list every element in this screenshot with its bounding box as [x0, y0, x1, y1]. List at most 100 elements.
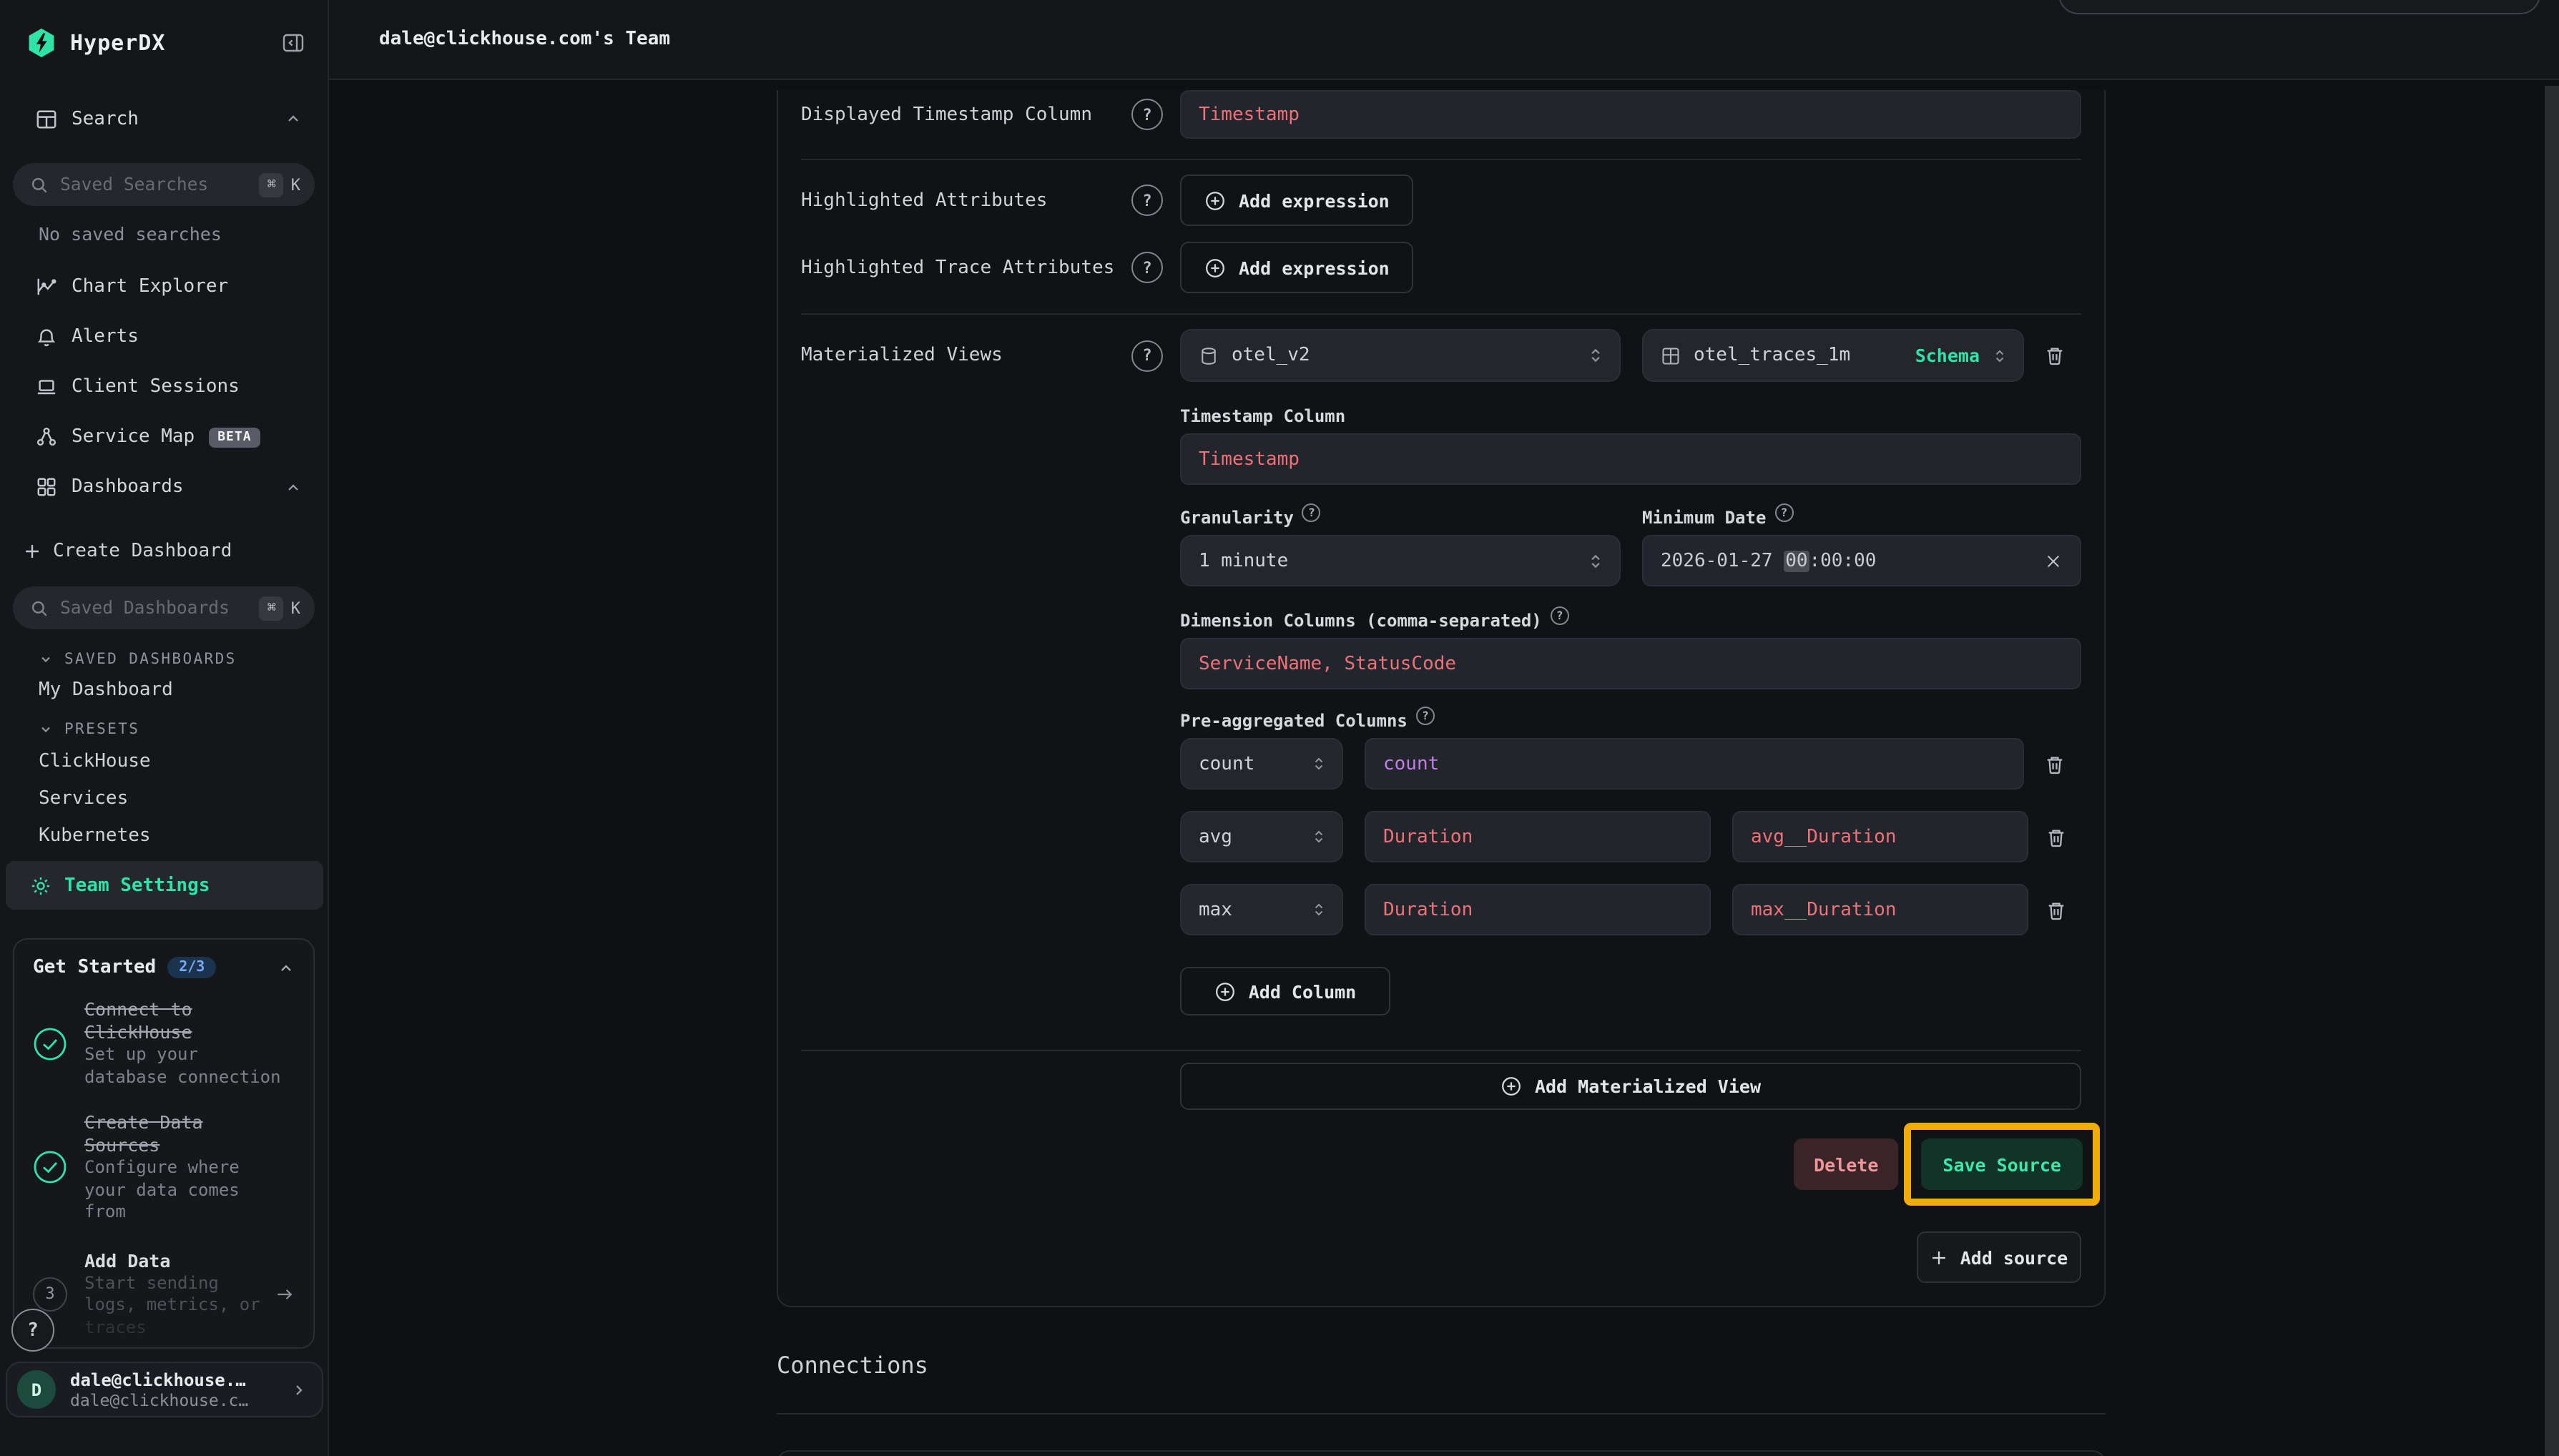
sidebar-item-alerts[interactable]: Alerts: [0, 312, 328, 362]
help-tooltip-icon[interactable]: ?: [1302, 503, 1321, 521]
group-saved-dashboards[interactable]: SAVED DASHBOARDS: [0, 648, 328, 671]
add-expression-button[interactable]: Add expression: [1180, 174, 1414, 226]
aggregate-expr-input[interactable]: [1383, 826, 1692, 847]
mv-database-select[interactable]: otel_v2: [1180, 329, 1621, 382]
laptop-icon: [36, 376, 59, 398]
chevron-up-icon[interactable]: [285, 478, 302, 496]
aggregate-expr-input[interactable]: [1383, 753, 2005, 774]
field-label: Displayed Timestamp Column: [801, 104, 1092, 125]
add-materialized-view-label: Add Materialized View: [1535, 1076, 1761, 1097]
add-column-button[interactable]: Add Column: [1180, 967, 1390, 1015]
help-tooltip-icon[interactable]: ?: [1131, 99, 1163, 130]
sidebar-item-chart-explorer[interactable]: Chart Explorer: [0, 262, 328, 312]
sidebar-item-service-map[interactable]: Service Map BETA: [0, 412, 328, 462]
hyperdx-app: HyperDX Search ⌘ K No saved searches: [0, 0, 2559, 1456]
sidebar-item-label: Service Map: [72, 426, 195, 448]
field-label: Highlighted Attributes: [801, 190, 1047, 211]
step-title-line: Connect to: [84, 998, 281, 1021]
field-sublabel: Timestamp Column: [1180, 405, 2081, 428]
chevron-up-icon[interactable]: [285, 110, 302, 127]
add-source-button[interactable]: Add source: [1917, 1231, 2081, 1283]
minimum-date-label-row: Minimum Date ?: [1642, 506, 2081, 529]
user-name: dale@clickhouse.…: [70, 1369, 248, 1389]
sidebar-item-team-settings[interactable]: Team Settings: [6, 861, 323, 910]
sidebar-item-client-sessions[interactable]: Client Sessions: [0, 362, 328, 412]
step-text: Connect to ClickHouse Set up your databa…: [84, 998, 281, 1088]
group-presets[interactable]: PRESETS: [0, 718, 328, 741]
saved-searches-field[interactable]: [60, 174, 260, 195]
create-dashboard-button[interactable]: Create Dashboard: [0, 535, 328, 566]
user-email: dale@clickhouse.c…: [70, 1389, 248, 1410]
schema-link[interactable]: Schema: [1915, 345, 1991, 366]
help-tooltip-icon[interactable]: ?: [1131, 340, 1163, 371]
mv-table-select[interactable]: otel_traces_1m Schema: [1642, 329, 2024, 382]
user-menu[interactable]: D dale@clickhouse.… dale@clickhouse.c…: [6, 1362, 323, 1417]
delete-source-button[interactable]: Delete: [1794, 1138, 1898, 1190]
plus-icon: [23, 541, 41, 560]
delete-column-button[interactable]: [2045, 826, 2067, 847]
plus-circle-icon: [1214, 980, 1236, 1002]
help-tooltip-icon[interactable]: ?: [1131, 185, 1163, 216]
delete-column-button[interactable]: [2044, 753, 2066, 774]
help-tooltip-icon[interactable]: ?: [1551, 606, 1569, 624]
get-started-step-connect[interactable]: Connect to ClickHouse Set up your databa…: [33, 998, 295, 1088]
aggregate-expr-input-box: [1365, 811, 1711, 862]
chevron-up-icon[interactable]: [277, 959, 295, 976]
saved-dashboards-field[interactable]: [60, 598, 260, 618]
field-label: Materialized Views: [801, 345, 1003, 366]
no-saved-searches-note: No saved searches: [0, 223, 328, 246]
sidebar-item-clickhouse[interactable]: ClickHouse: [0, 748, 328, 774]
gear-icon: [30, 875, 51, 896]
save-source-button[interactable]: Save Source: [1921, 1138, 2083, 1190]
aggregate-fn-value: count: [1199, 753, 1254, 774]
field-sublabel: Pre-aggregated Columns: [1180, 711, 1408, 731]
delete-column-button[interactable]: [2045, 899, 2067, 920]
aggregate-expr-input[interactable]: [1383, 899, 1692, 920]
add-materialized-view-button[interactable]: Add Materialized View: [1180, 1063, 2081, 1110]
chevron-down-icon: [39, 722, 53, 737]
help-tooltip-icon[interactable]: ?: [1774, 503, 1793, 521]
sidebar-item-search[interactable]: Search: [0, 102, 328, 136]
aggregate-fn-select[interactable]: count: [1180, 738, 1343, 790]
sidebar-collapse-button[interactable]: [282, 31, 305, 54]
granularity-select[interactable]: 1 minute: [1180, 535, 1621, 586]
step-title-line: Create Data: [84, 1111, 240, 1134]
step-title-line: Sources: [84, 1134, 240, 1157]
step-text: Create Data Sources Configure where your…: [84, 1111, 240, 1224]
aggregate-fn-select[interactable]: max: [1180, 884, 1343, 935]
saved-dashboards-input[interactable]: ⌘ K: [13, 586, 315, 629]
sidebar-item-my-dashboard[interactable]: My Dashboard: [0, 677, 328, 702]
sidebar-item-dashboards[interactable]: Dashboards: [0, 462, 328, 512]
help-button[interactable]: ?: [11, 1309, 54, 1352]
aggregate-alias-input[interactable]: [1751, 826, 2010, 847]
help-tooltip-icon[interactable]: ?: [1416, 706, 1435, 724]
check-circle-icon: [33, 1026, 67, 1061]
saved-searches-input[interactable]: ⌘ K: [13, 163, 315, 206]
get-started-step-add-data[interactable]: 3 Add Data Start sending logs, metrics, …: [33, 1249, 295, 1339]
source-settings-card: Displayed Timestamp Column ? Highlighted…: [777, 90, 2106, 1307]
sidebar-item-kubernetes[interactable]: Kubernetes: [0, 822, 328, 848]
get-started-step-sources[interactable]: Create Data Sources Configure where your…: [33, 1111, 295, 1224]
connections-heading: Connections: [777, 1352, 2106, 1374]
step-desc-line: Start sending: [84, 1272, 260, 1294]
granularity-label-row: Granularity ?: [1180, 506, 1621, 529]
help-tooltip-icon[interactable]: ?: [1131, 252, 1163, 283]
add-expression-button[interactable]: Add expression: [1180, 242, 1414, 293]
dimension-columns-input[interactable]: [1199, 653, 2063, 674]
get-started-header[interactable]: Get Started 2/3: [33, 957, 295, 978]
step-title-line: Add Data: [84, 1249, 260, 1272]
mv-timestamp-input[interactable]: [1199, 448, 2063, 470]
chevron-right-icon: [290, 1381, 308, 1398]
sidebar-item-services[interactable]: Services: [0, 785, 328, 811]
delete-materialized-view-button[interactable]: [2044, 345, 2066, 366]
clear-date-icon[interactable]: [2044, 551, 2063, 570]
chevron-down-icon: [39, 652, 53, 666]
aggregate-alias-input[interactable]: [1751, 899, 2010, 920]
add-expression-label: Add expression: [1239, 190, 1390, 211]
field-label: Highlighted Trace Attributes: [801, 257, 1114, 278]
aggregate-fn-select[interactable]: avg: [1180, 811, 1343, 862]
scrollbar[interactable]: [2545, 86, 2559, 1456]
displayed-timestamp-input[interactable]: [1199, 104, 2063, 125]
mv-database-value: otel_v2: [1232, 345, 1310, 366]
minimum-date-input[interactable]: 2026-01-27 00:00:00: [1642, 535, 2081, 586]
